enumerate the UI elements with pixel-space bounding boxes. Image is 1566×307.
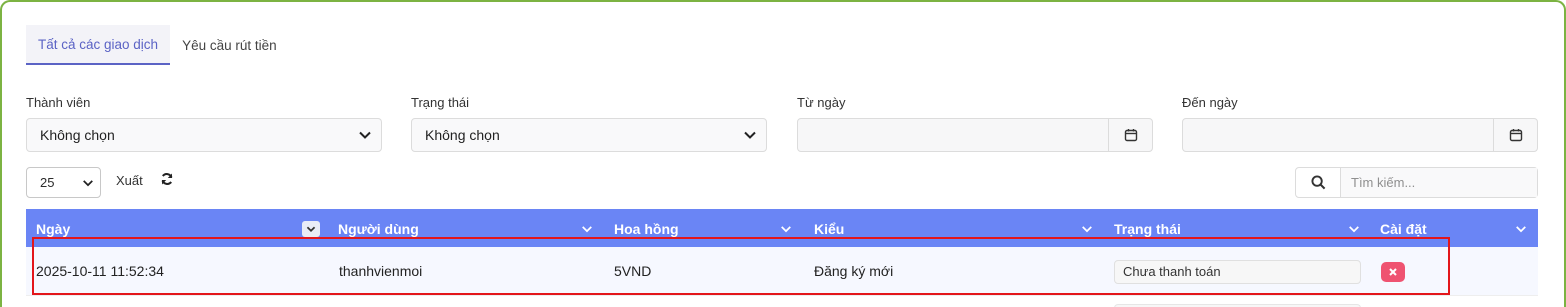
chevron-down-icon	[744, 131, 756, 139]
from-date-calendar-button[interactable]	[1108, 119, 1152, 151]
chevron-down-icon[interactable]	[1515, 223, 1527, 235]
filter-from-date-label: Từ ngày	[797, 95, 846, 110]
filter-member: Thành viên Không chọn	[26, 94, 382, 152]
chevron-down-icon	[359, 131, 371, 139]
sort-toggle[interactable]	[302, 221, 320, 237]
from-date-field	[797, 118, 1153, 152]
to-date-calendar-button[interactable]	[1493, 119, 1537, 151]
highlight-box	[32, 237, 1450, 295]
member-select-value: Không chọn	[40, 127, 115, 143]
filter-status-label: Trạng thái	[411, 95, 470, 110]
chevron-down-icon[interactable]	[1081, 223, 1093, 235]
filter-to-date-label: Đến ngày	[1182, 95, 1238, 110]
status-select[interactable]: Không chọn	[411, 118, 767, 152]
calendar-icon	[1124, 129, 1137, 142]
refresh-icon[interactable]	[160, 172, 174, 186]
status-select-value: Không chọn	[425, 127, 500, 143]
filter-status: Trạng thái Không chọn	[411, 94, 767, 152]
filter-to-date: Đến ngày	[1182, 94, 1538, 152]
tab-bar: Tất cả các giao dịch Yêu cầu rút tiền	[26, 25, 289, 65]
calendar-icon	[1509, 129, 1522, 142]
chevron-down-icon	[83, 179, 93, 186]
chevron-down-icon[interactable]	[1348, 223, 1360, 235]
filter-member-label: Thành viên	[26, 95, 91, 110]
search-button[interactable]	[1296, 168, 1341, 197]
member-select[interactable]: Không chọn	[26, 118, 382, 152]
tab-all-transactions[interactable]: Tất cả các giao dịch	[26, 25, 171, 65]
search-input[interactable]	[1341, 168, 1537, 197]
search-box	[1295, 167, 1538, 198]
tab-withdraw-requests[interactable]: Yêu cầu rút tiền	[170, 25, 289, 65]
filter-from-date: Từ ngày	[797, 94, 1153, 152]
chevron-down-icon[interactable]	[780, 223, 792, 235]
from-date-input[interactable]	[798, 119, 1108, 151]
chevron-down-icon[interactable]	[581, 223, 593, 235]
chevron-down-icon	[306, 226, 316, 232]
search-icon	[1310, 175, 1325, 190]
to-date-field	[1182, 118, 1538, 152]
to-date-input[interactable]	[1183, 119, 1493, 151]
export-button[interactable]: Xuất	[116, 173, 143, 188]
page-size-value: 25	[40, 175, 55, 190]
page-size-select[interactable]: 25	[26, 167, 101, 198]
